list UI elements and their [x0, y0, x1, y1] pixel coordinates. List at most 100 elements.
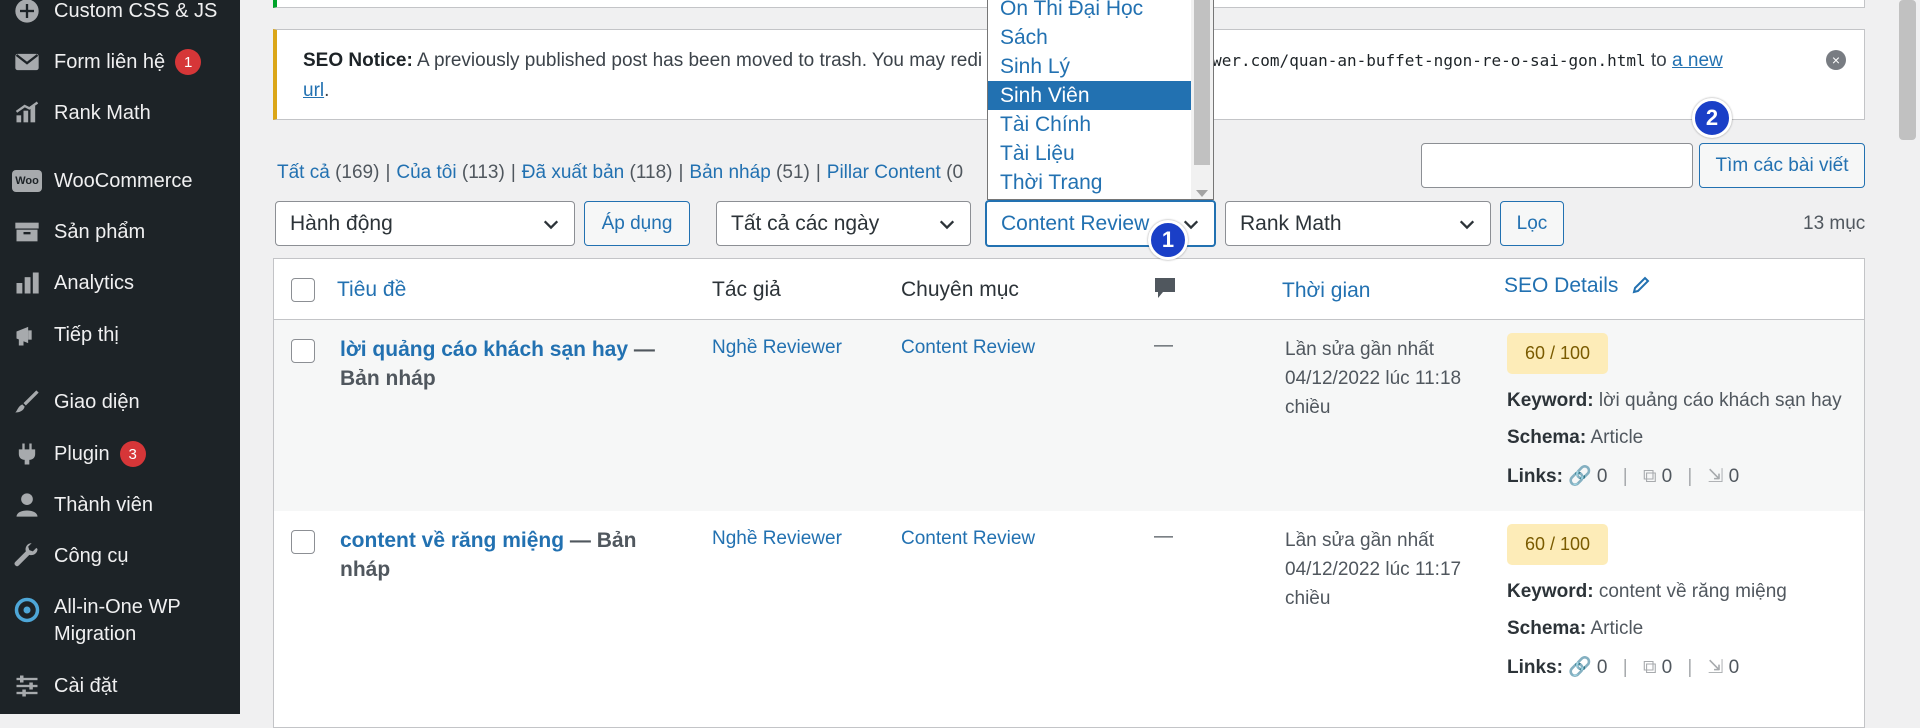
sidebar-item-form-lien-he[interactable]: Form liên hệ 1	[0, 42, 240, 82]
dropdown-option[interactable]: Ôn Thi Đại Học	[988, 0, 1191, 23]
dropdown-scrollbar[interactable]	[1191, 0, 1213, 199]
post-date: Lần sửa gần nhất 04/12/2022 lúc 11:17 ch…	[1285, 526, 1475, 613]
filter-label: Bản nháp	[689, 162, 771, 183]
links-label: Links:	[1507, 466, 1563, 487]
date-filter-select[interactable]: Tất cả các ngày	[716, 201, 971, 246]
filter-label: Pillar Content	[826, 162, 941, 183]
search-input[interactable]	[1421, 143, 1693, 188]
separator: |	[1687, 466, 1693, 487]
plugin-icon	[0, 440, 54, 468]
row-checkbox[interactable]	[291, 339, 315, 363]
post-author-link[interactable]: Nghề Reviewer	[712, 528, 842, 550]
date-label: Lần sửa gần nhất	[1285, 339, 1435, 360]
bulk-action-select[interactable]: Hành động	[275, 201, 575, 246]
dropdown-option[interactable]: Sách	[988, 23, 1191, 52]
rank-math-filter-select[interactable]: Rank Math	[1225, 201, 1491, 246]
filter-button[interactable]: Lọc	[1500, 201, 1564, 246]
scroll-down-arrow-icon[interactable]	[1196, 190, 1208, 197]
close-icon[interactable]: ×	[1826, 50, 1846, 70]
seo-score-badge[interactable]: 60 / 100	[1507, 524, 1608, 565]
sidebar-item-label: Custom CSS & JS	[54, 0, 218, 22]
sidebar-item-label: All-in-One WP Migration	[54, 596, 181, 645]
search-posts-button[interactable]: Tìm các bài viết	[1699, 143, 1865, 188]
bar-chart-icon	[0, 269, 54, 297]
category-filter-value: Content Review	[1001, 211, 1150, 235]
sidebar-item-san-pham[interactable]: Sản phẩm	[0, 212, 240, 252]
dropdown-option[interactable]: Tài Liệu	[988, 139, 1191, 168]
post-title-link[interactable]: lời quảng cáo khách sạn hay	[340, 338, 628, 361]
apply-button[interactable]: Áp dụng	[584, 201, 690, 246]
keyword-label: Keyword:	[1507, 390, 1594, 411]
filter-count: (51)	[776, 162, 810, 183]
seo-schema: Schema: Article	[1507, 427, 1643, 449]
comment-icon[interactable]	[1154, 277, 1176, 307]
filter-count: (169)	[335, 162, 380, 183]
sidebar-item-analytics[interactable]: Analytics	[0, 263, 240, 303]
internal-links-count: 0	[1596, 466, 1608, 487]
comments-count: —	[1154, 335, 1173, 356]
sidebar-item-cai-dat[interactable]: Cài đặt	[0, 666, 240, 706]
sidebar-item-rank-math[interactable]: Rank Math	[0, 93, 240, 133]
schema-label: Schema:	[1507, 427, 1587, 448]
dropdown-option[interactable]: Tài Chính	[988, 110, 1191, 139]
post-category-link[interactable]: Content Review	[901, 337, 1035, 359]
sidebar-item-label: WooCommerce	[54, 169, 193, 192]
select-all-checkbox[interactable]	[291, 278, 315, 302]
post-title-cell: lời quảng cáo khách sạn hay — Bản nháp	[340, 335, 690, 393]
external-link-icon: ⧉	[1642, 657, 1657, 678]
sidebar-item-thanh-vien[interactable]: Thành viên	[0, 485, 240, 525]
sidebar-item-custom-css-js[interactable]: Custom CSS & JS	[0, 0, 240, 31]
column-date[interactable]: Thời gian	[1282, 279, 1370, 303]
schema-label: Schema:	[1507, 618, 1587, 639]
column-category: Chuyên mục	[901, 278, 1019, 301]
dropdown-scrollbar-thumb[interactable]	[1194, 0, 1210, 165]
column-author: Tác giả	[712, 278, 781, 301]
filter-drafts[interactable]: Bản nháp (51)	[689, 162, 809, 183]
notification-badge: 1	[175, 49, 202, 75]
page-scrollbar-thumb[interactable]	[1899, 0, 1916, 140]
date-suffix: chiều	[1285, 397, 1331, 418]
filter-mine[interactable]: Của tôi (113)	[396, 162, 504, 183]
seo-keyword: Keyword: lời quảng cáo khách sạn hay	[1507, 390, 1842, 412]
filter-published[interactable]: Đã xuất bản (118)	[522, 162, 673, 183]
date-suffix: chiều	[1285, 588, 1331, 609]
dropdown-option-selected[interactable]: Sinh Viên	[988, 81, 1191, 110]
woocommerce-icon: Woo	[0, 170, 54, 192]
sidebar-item-all-in-one-wp-migration[interactable]: All-in-One WP Migration	[0, 594, 240, 650]
filter-all[interactable]: Tất cả (169)	[277, 162, 379, 183]
links-label: Links:	[1507, 657, 1563, 678]
schema-value: Article	[1590, 427, 1644, 448]
sidebar-item-woocommerce[interactable]: Woo WooCommerce	[0, 161, 240, 201]
column-title[interactable]: Tiêu đề	[337, 278, 406, 302]
internal-link-icon: 🔗	[1568, 466, 1592, 487]
notice-new-url-link-cont[interactable]: url	[303, 80, 324, 101]
separator: |	[1622, 657, 1628, 678]
bulk-action-value: Hành động	[290, 211, 393, 235]
sidebar-item-plugin[interactable]: Plugin 3	[0, 434, 240, 474]
migration-icon	[0, 594, 54, 624]
sidebar-item-tiep-thi[interactable]: Tiếp thị	[0, 315, 240, 355]
comments-count: —	[1154, 526, 1173, 547]
row-checkbox[interactable]	[291, 530, 315, 554]
sidebar-item-label: Tiếp thị	[54, 323, 119, 346]
post-category-link[interactable]: Content Review	[901, 528, 1035, 550]
sidebar-item-cong-cu[interactable]: Công cụ	[0, 536, 240, 576]
filter-count: (0	[946, 162, 964, 183]
chevron-down-icon	[1458, 215, 1476, 233]
post-title-link[interactable]: content về răng miệng	[340, 529, 564, 552]
step-marker-1: 1	[1148, 220, 1188, 260]
internal-link-icon: 🔗	[1568, 657, 1592, 678]
incoming-link-icon: ⇲	[1707, 657, 1724, 678]
column-seo-details[interactable]: SEO Details	[1504, 274, 1652, 298]
seo-score-badge[interactable]: 60 / 100	[1507, 333, 1608, 374]
dropdown-option[interactable]: Sinh Lý	[988, 52, 1191, 81]
paintbrush-icon	[0, 388, 54, 416]
seo-details-label: SEO Details	[1504, 274, 1619, 297]
sidebar-item-giao-dien[interactable]: Giao diện	[0, 382, 240, 422]
post-date: Lần sửa gần nhất 04/12/2022 lúc 11:18 ch…	[1285, 335, 1475, 422]
notification-badge: 3	[119, 441, 146, 467]
notice-new-url-link[interactable]: a new	[1672, 50, 1723, 71]
post-author-link[interactable]: Nghề Reviewer	[712, 337, 842, 359]
dropdown-option[interactable]: Thời Trang	[988, 168, 1191, 197]
filter-pillar-content[interactable]: Pillar Content (0	[827, 162, 963, 183]
